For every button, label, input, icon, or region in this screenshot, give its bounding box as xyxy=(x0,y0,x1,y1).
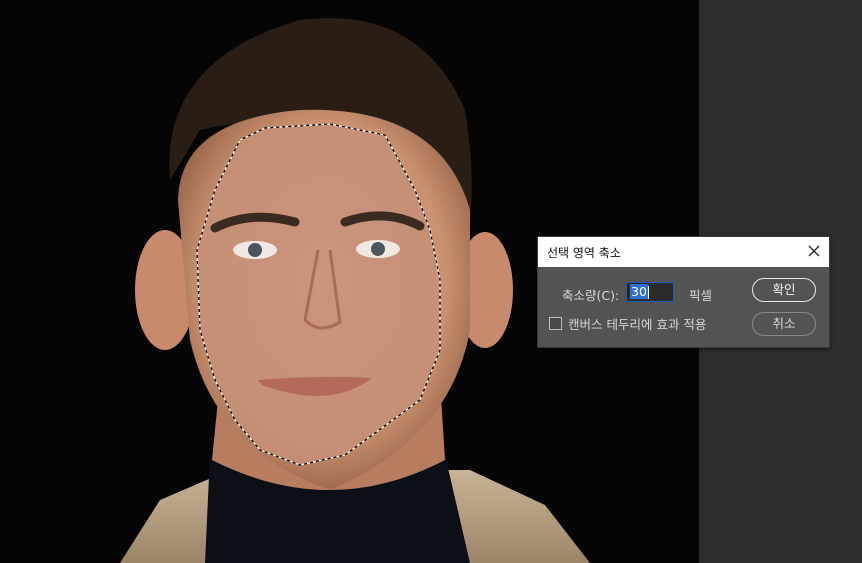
contract-amount-label: 축소량(C): xyxy=(562,288,620,303)
apply-effect-at-canvas-bounds-label[interactable]: 캔버스 테두리에 효과 적용 xyxy=(568,314,706,333)
dialog-titlebar[interactable]: 선택 영역 축소 xyxy=(538,237,829,267)
dialog-title: 선택 영역 축소 xyxy=(547,246,621,260)
contract-selection-dialog: 선택 영역 축소 축소량(C): 30 픽셀 캔버스 테두리에 효과 적용 확인… xyxy=(538,237,829,347)
contract-amount-input[interactable]: 30 xyxy=(626,282,674,302)
close-button[interactable] xyxy=(799,237,829,267)
apply-effect-at-canvas-bounds-checkbox[interactable] xyxy=(549,317,562,330)
unit-label: 픽셀 xyxy=(689,288,713,303)
cancel-button[interactable]: 취소 xyxy=(752,312,816,336)
ok-button[interactable]: 확인 xyxy=(752,278,816,302)
amount-value: 30 xyxy=(630,284,648,299)
close-icon xyxy=(808,245,820,257)
